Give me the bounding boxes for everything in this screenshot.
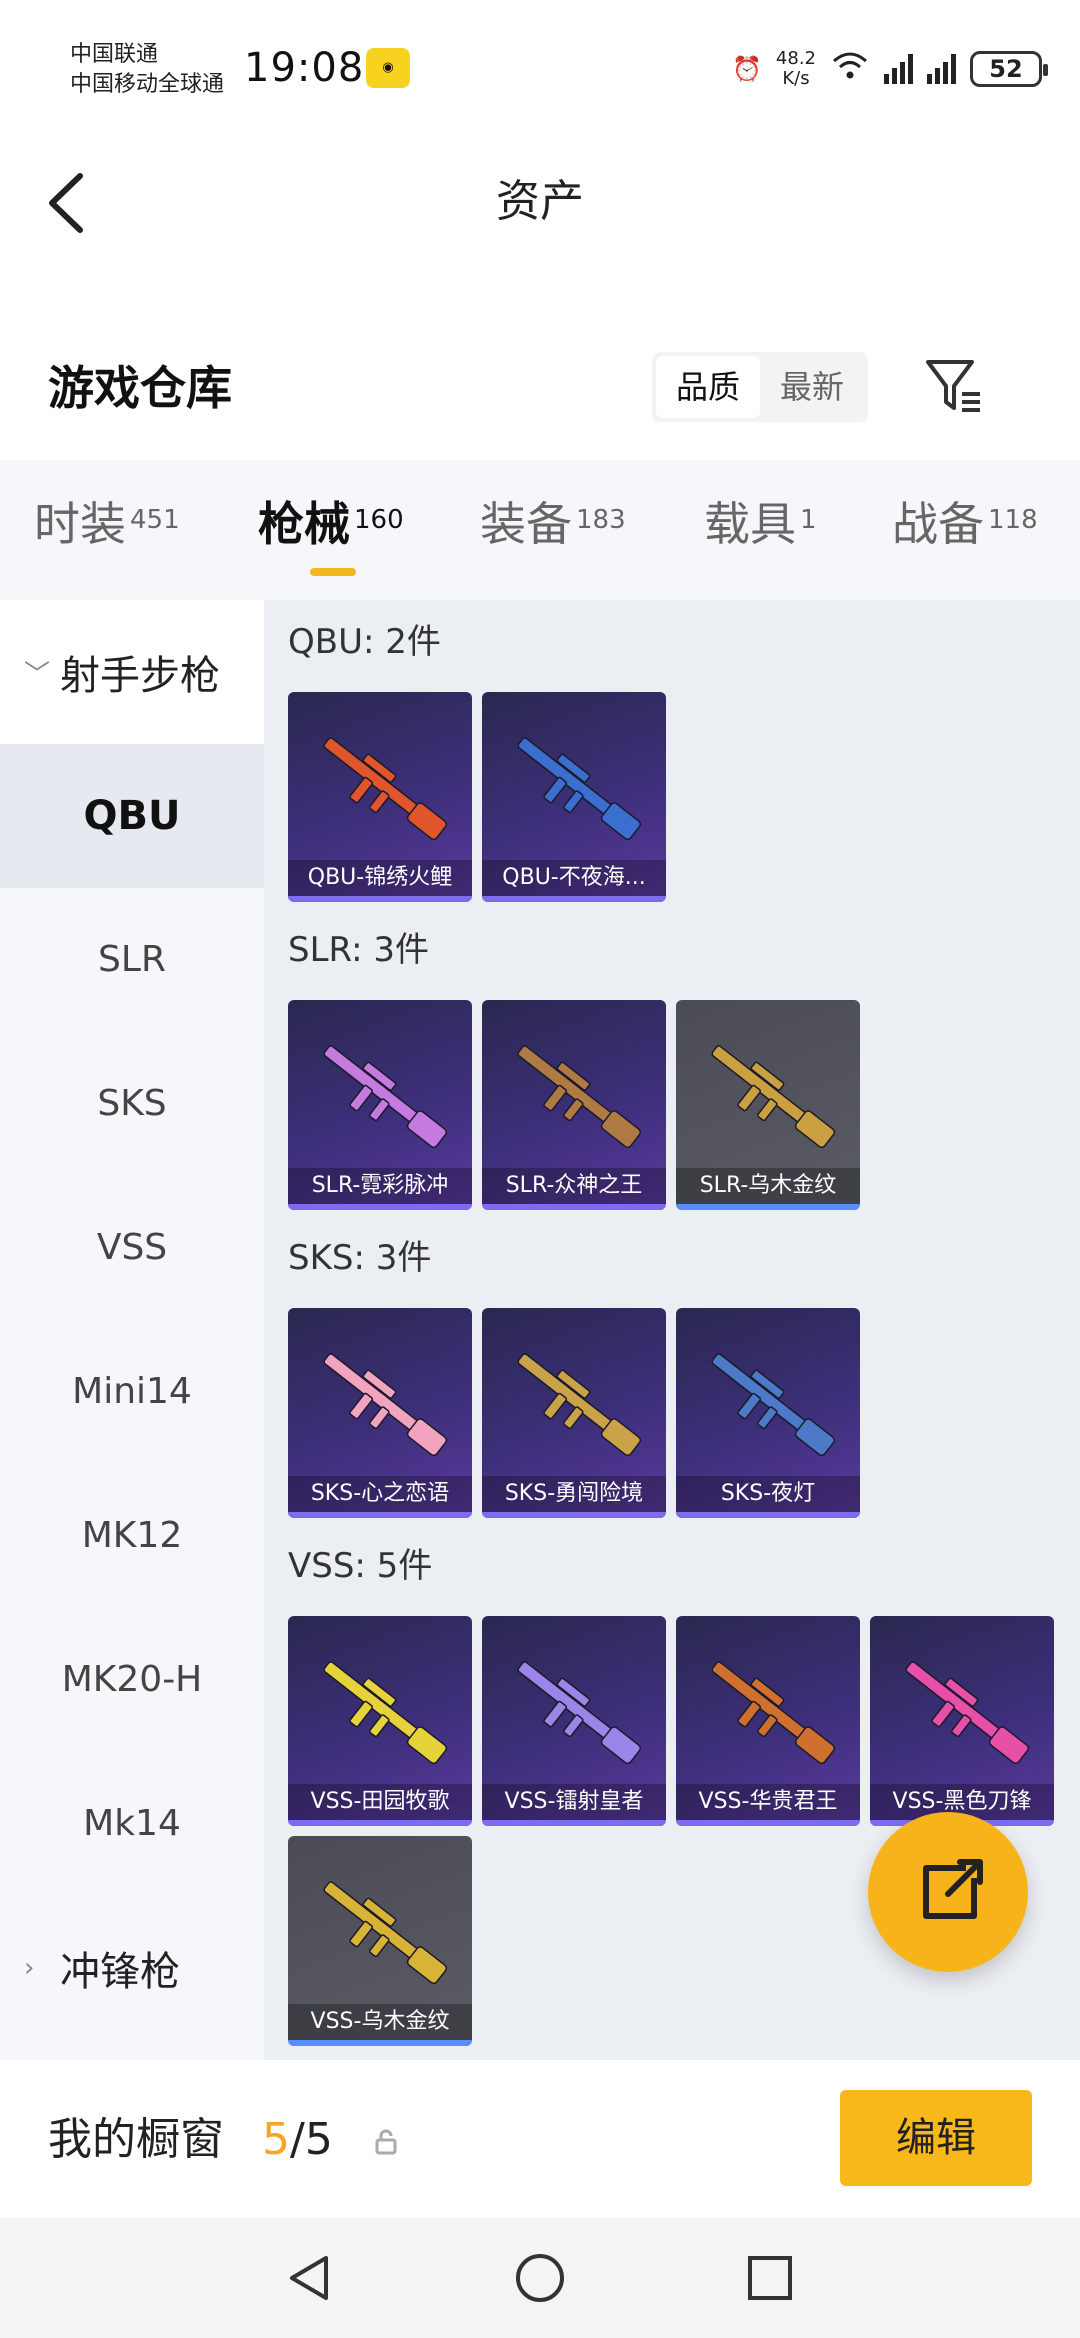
gun-image xyxy=(711,1045,836,1149)
chevron-right-icon: › xyxy=(24,1953,35,1983)
gun-image xyxy=(517,737,642,841)
skin-card[interactable]: VSS-乌木金纹 xyxy=(288,1836,472,2046)
filter-icon[interactable] xyxy=(922,354,986,418)
chevron-down-icon: ﹀ xyxy=(24,659,51,690)
skin-name: SKS-勇闯险境 xyxy=(482,1476,666,1512)
sidebar-group-marksman[interactable]: ﹀ 射手步枪 xyxy=(0,600,264,744)
sidebar-item-mk14[interactable]: Mk14 xyxy=(0,1752,264,1896)
weapon-type-sidebar: ﹀ 射手步枪 QBU SLR SKS VSS Mini14 MK12 MK20-… xyxy=(0,600,264,2060)
skin-card[interactable]: VSS-华贵君王 xyxy=(676,1616,860,1826)
skin-card[interactable]: SKS-心之恋语 xyxy=(288,1308,472,1518)
share-button[interactable] xyxy=(868,1812,1028,1972)
skin-card[interactable]: SKS-夜灯 xyxy=(676,1308,860,1518)
nav-home-icon[interactable] xyxy=(512,2250,568,2306)
page-title: 资产 xyxy=(496,176,584,227)
sidebar-item-sks[interactable]: SKS xyxy=(0,1032,264,1176)
skin-name: VSS-华贵君王 xyxy=(676,1784,860,1820)
group-label-slr: SLR: 3件 xyxy=(288,930,429,970)
showcase-count: 5/5 xyxy=(262,2114,333,2165)
gun-image xyxy=(323,1661,448,1765)
skin-card[interactable]: VSS-田园牧歌 xyxy=(288,1616,472,1826)
skin-name: SLR-众神之王 xyxy=(482,1168,666,1204)
sort-toggle: 品质 最新 xyxy=(652,352,868,422)
skin-card[interactable]: SLR-乌木金纹 xyxy=(676,1000,860,1210)
skin-card[interactable]: VSS-黑色刀锋 xyxy=(870,1616,1054,1826)
skin-name: VSS-镭射皇者 xyxy=(482,1784,666,1820)
wifi-icon xyxy=(830,51,870,87)
gun-image xyxy=(323,737,448,841)
status-icons: ⏰ 48.2 K/s 52 xyxy=(732,44,1048,94)
skin-name: QBU-锦绣火鲤 xyxy=(288,860,472,896)
group-label-qbu: QBU: 2件 xyxy=(288,622,441,662)
gun-image xyxy=(323,1045,448,1149)
skin-name: SKS-夜灯 xyxy=(676,1476,860,1512)
gun-image xyxy=(517,1661,642,1765)
carrier-1: 中国联通 xyxy=(70,42,159,67)
skin-card[interactable]: SKS-勇闯险境 xyxy=(482,1308,666,1518)
warehouse-title: 游戏仓库 xyxy=(48,361,232,415)
edit-button[interactable]: 编辑 xyxy=(840,2090,1032,2186)
system-nav-bar xyxy=(0,2218,1080,2338)
signal-5g-icon-1 xyxy=(884,54,913,84)
alarm-icon: ⏰ xyxy=(732,55,762,83)
status-bar: 中国联通 中国移动全球通 19:08 ◉ ⏰ 48.2 K/s 52 xyxy=(0,0,1080,130)
carrier-2: 中国移动全球通 xyxy=(70,72,225,97)
gun-image xyxy=(517,1353,642,1457)
sidebar-item-mk12[interactable]: MK12 xyxy=(0,1464,264,1608)
skin-card[interactable]: QBU-不夜海... xyxy=(482,692,666,902)
gun-image xyxy=(711,1353,836,1457)
sort-quality-button[interactable]: 品质 xyxy=(656,356,760,418)
sidebar-item-slr[interactable]: SLR xyxy=(0,888,264,1032)
gun-image xyxy=(905,1661,1030,1765)
clock: 19:08 xyxy=(244,45,365,91)
sidebar-item-qbu[interactable]: QBU xyxy=(0,744,264,888)
gun-image xyxy=(323,1881,448,1985)
group-label-sks: SKS: 3件 xyxy=(288,1238,432,1278)
skin-card[interactable]: SLR-霓彩脉冲 xyxy=(288,1000,472,1210)
skin-card[interactable]: VSS-镭射皇者 xyxy=(482,1616,666,1826)
tab-active-indicator xyxy=(310,568,356,576)
signal-5g-icon-2 xyxy=(927,54,956,84)
battery-indicator: 52 xyxy=(970,51,1048,87)
share-icon xyxy=(923,1859,983,1919)
category-tabs: 时装 451 枪械 160 装备 183 载具 1 战备 118 xyxy=(0,460,1080,600)
showcase-label: 我的橱窗 xyxy=(48,2114,224,2165)
skin-card[interactable]: SLR-众神之王 xyxy=(482,1000,666,1210)
gun-image xyxy=(323,1353,448,1457)
notification-app-icon: ◉ xyxy=(366,48,410,88)
network-speed: 48.2 K/s xyxy=(775,48,816,89)
carrier-info: 中国联通 中国移动全球通 xyxy=(70,40,224,100)
skin-name: VSS-乌木金纹 xyxy=(288,2004,472,2040)
sidebar-item-mk20h[interactable]: MK20-H xyxy=(0,1608,264,1752)
skin-name: SKS-心之恋语 xyxy=(288,1476,472,1512)
tab-fashion[interactable]: 时装 451 xyxy=(34,494,180,554)
group-label-vss: VSS: 5件 xyxy=(288,1546,433,1586)
tab-equipment[interactable]: 装备 183 xyxy=(480,494,626,554)
skin-name: SLR-霓彩脉冲 xyxy=(288,1168,472,1204)
skin-name: QBU-不夜海... xyxy=(482,860,666,896)
nav-back-icon[interactable] xyxy=(282,2250,338,2306)
sidebar-item-vss[interactable]: VSS xyxy=(0,1176,264,1320)
sort-newest-button[interactable]: 最新 xyxy=(760,356,864,418)
nav-recents-icon[interactable] xyxy=(742,2250,798,2306)
lock-icon xyxy=(372,2128,400,2156)
tab-supplies[interactable]: 战备 118 xyxy=(892,494,1038,554)
skin-card[interactable]: QBU-锦绣火鲤 xyxy=(288,692,472,902)
tab-vehicles[interactable]: 载具 1 xyxy=(704,494,817,554)
gun-image xyxy=(517,1045,642,1149)
gun-image xyxy=(711,1661,836,1765)
skin-name: VSS-田园牧歌 xyxy=(288,1784,472,1820)
skin-name: SLR-乌木金纹 xyxy=(676,1168,860,1204)
tab-firearms[interactable]: 枪械 160 xyxy=(258,494,404,554)
sidebar-group-smg[interactable]: › 冲锋枪 xyxy=(0,1896,264,2040)
sidebar-item-mini14[interactable]: Mini14 xyxy=(0,1320,264,1464)
